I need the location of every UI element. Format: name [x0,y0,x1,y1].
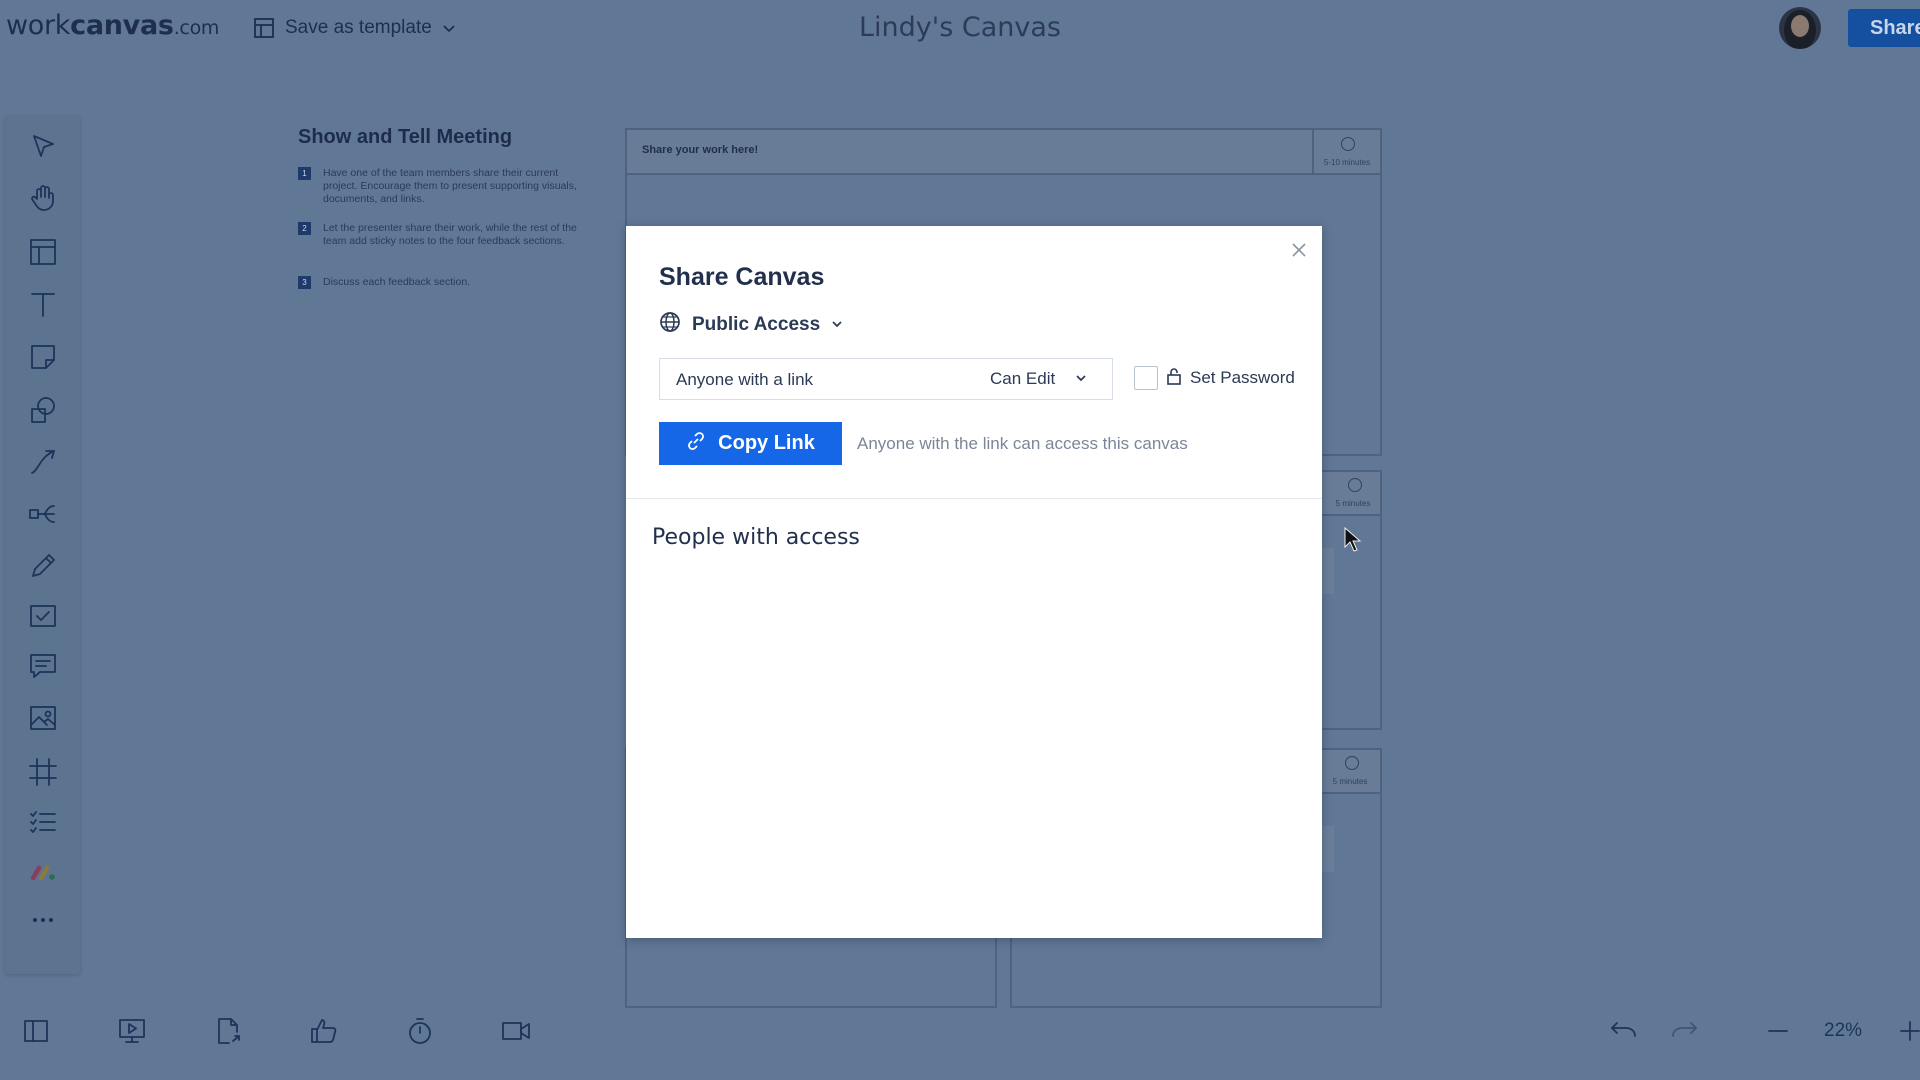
globe-icon [659,311,681,339]
link-access-field[interactable]: Anyone with a link Can Edit [659,358,1113,400]
redo-icon[interactable] [1670,1016,1700,1046]
avatar[interactable] [1779,7,1821,49]
lock-icon [1166,367,1182,390]
timer-label: 5 minutes [1332,777,1368,786]
share-button[interactable]: Share [1848,9,1920,47]
shapes-icon[interactable] [27,394,59,426]
timer-icon [1345,756,1359,770]
left-toolbar [5,116,80,974]
save-as-template-button[interactable]: Save as template [253,17,456,39]
set-password-label: Set Password [1190,368,1295,387]
board-step: 3 Discuss each feedback section. [298,276,588,289]
chevron-down-icon [442,21,456,35]
undo-icon[interactable] [1608,1016,1638,1046]
link-icon [686,431,706,457]
list-icon[interactable] [27,806,59,838]
timer-label: 5 minutes [1335,499,1371,508]
present-icon[interactable] [117,1016,147,1046]
chevron-down-icon [831,314,843,336]
save-as-template-label: Save as template [285,17,432,38]
template-icon [253,17,275,39]
people-with-access-heading: People with access [652,525,860,550]
select-icon[interactable] [27,130,59,162]
mind-map-icon[interactable] [27,498,59,530]
timer-icon [1341,137,1355,151]
workcanvas-logo[interactable]: workcanvas.com [6,10,219,41]
template-icon[interactable] [27,236,59,268]
vote-icon[interactable] [309,1016,339,1046]
public-access-dropdown[interactable]: Public Access [659,311,843,339]
pen-icon[interactable] [27,550,59,582]
close-icon[interactable] [1290,241,1308,259]
connector-icon[interactable] [27,446,59,478]
set-password-option: Set Password [1134,366,1295,390]
comment-icon[interactable] [27,650,59,682]
share-canvas-dialog: Share Canvas Public Access Anyone with a… [626,226,1322,938]
image-icon[interactable] [27,702,59,734]
public-access-label: Public Access [692,314,821,335]
share-work-hint: Share your work here! [642,144,759,156]
board-step: 1 Have one of the team members share the… [298,167,588,206]
apps-icon[interactable] [27,856,59,888]
chevron-down-icon [1075,369,1087,389]
frame-icon[interactable] [27,756,59,788]
zoom-out-icon[interactable] [1763,1016,1793,1046]
zoom-level[interactable]: 22% [1824,1020,1862,1042]
zoom-in-icon[interactable] [1895,1016,1920,1046]
panel-icon[interactable] [21,1016,51,1046]
set-password-checkbox[interactable] [1134,366,1158,390]
copy-link-label: Copy Link [718,432,815,454]
export-icon[interactable] [213,1016,243,1046]
mouse-cursor-icon [1344,526,1362,558]
text-icon[interactable] [27,288,59,320]
timer-icon[interactable] [405,1016,435,1046]
timer-label: 5-10 minutes [1323,158,1371,167]
top-bar: workcanvas.com Save as template Lindy's … [0,0,1920,62]
task-icon[interactable] [27,600,59,632]
dialog-title: Share Canvas [659,263,825,291]
more-icon[interactable] [27,904,59,936]
link-scope-label: Anyone with a link [676,370,814,389]
video-icon[interactable] [501,1016,531,1046]
hand-icon[interactable] [27,182,59,214]
divider [626,498,1322,499]
sticky-note-icon[interactable] [27,341,59,373]
permission-dropdown[interactable]: Can Edit [990,359,1112,399]
copy-link-button[interactable]: Copy Link [659,422,842,465]
board-step: 2 Let the presenter share their work, wh… [298,222,588,248]
permission-label: Can Edit [990,369,1056,388]
copy-link-note: Anyone with the link can access this can… [857,434,1188,453]
board-title: Show and Tell Meeting [298,126,513,148]
timer-icon [1348,478,1362,492]
